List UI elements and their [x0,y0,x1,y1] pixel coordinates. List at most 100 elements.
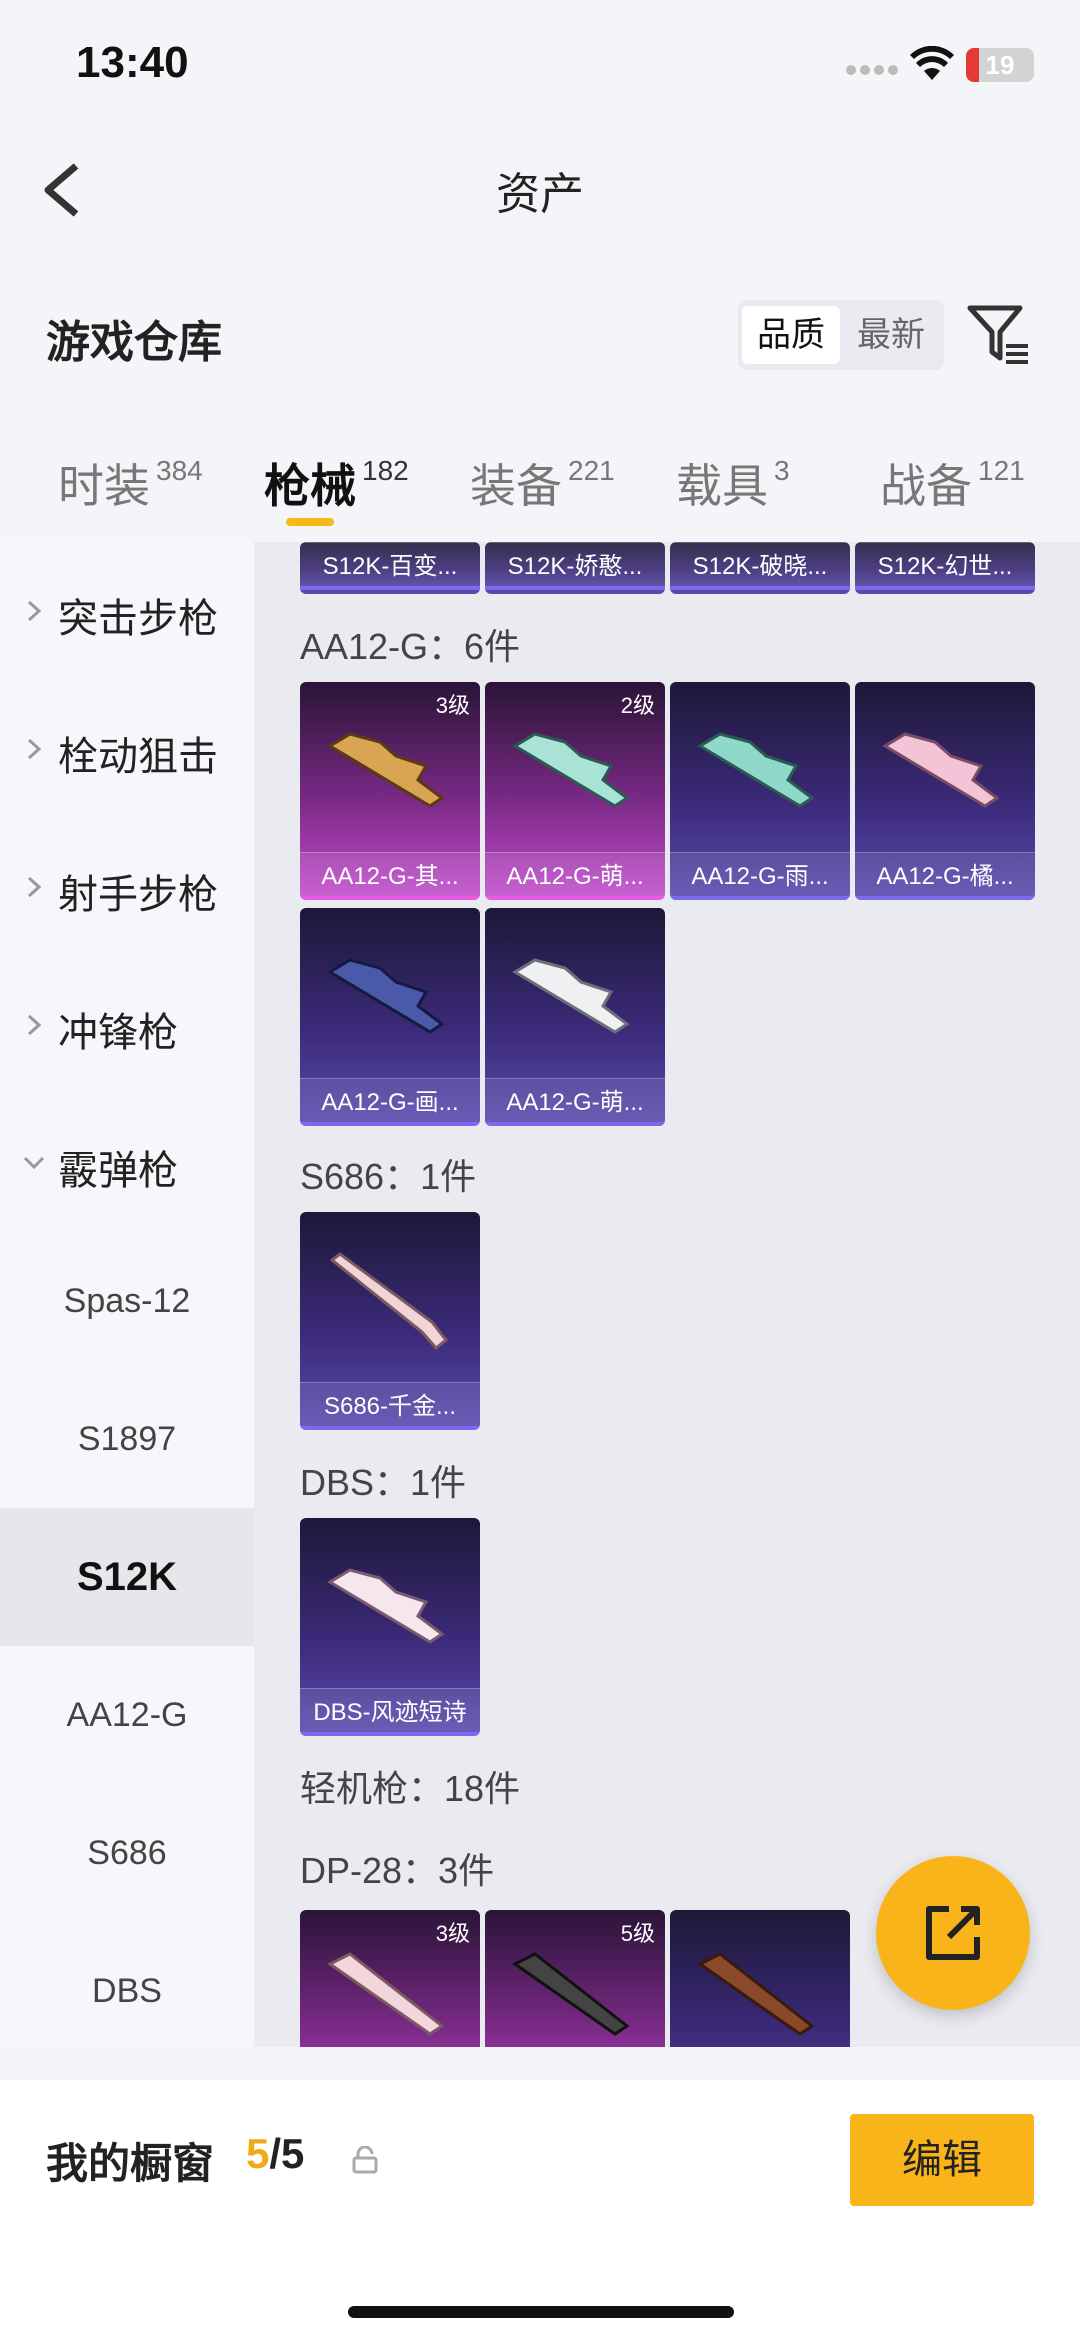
signal-icon [846,62,902,75]
gun-icon [882,732,1000,808]
tab-equipment[interactable]: 装备 221 [470,450,615,516]
tab-count: 3 [774,455,790,486]
weapon-card[interactable]: AA12-G-橘... [855,682,1035,900]
sidebar-item-label: 射手步枪 [58,873,218,917]
sidebar-subitem-s686[interactable]: S686 [0,1784,254,1922]
gun-icon [512,1952,630,2036]
warehouse-title: 游戏仓库 [46,318,222,367]
tab-count: 121 [978,455,1025,486]
sort-option-quality[interactable]: 品质 [742,306,840,364]
battery-icon: 19 [966,48,1034,82]
tab-fashion[interactable]: 时装 384 [58,450,203,516]
sidebar-subitem-dbs[interactable]: DBS [0,1922,254,2060]
weapon-grid: S12K-百变... S12K-娇憨... S12K-破晓... S12K-幻世… [254,542,1080,2047]
tab-supplies[interactable]: 战备 121 [880,450,1025,516]
sort-option-newest[interactable]: 最新 [842,306,940,364]
sidebar-item-label: 突击步枪 [58,597,218,641]
group-title: S686：1件 [300,1156,477,1197]
weapon-name: S12K-娇憨... [485,542,665,590]
weapon-card[interactable]: AA12-G-雨... [670,682,850,900]
tab-count: 221 [568,455,615,486]
weapon-card[interactable]: S12K-娇憨... [485,542,665,594]
nav-bar: 资产 [0,130,1080,250]
gun-icon [327,958,445,1034]
sidebar-item-assault-rifle[interactable]: 突击步枪 [0,542,254,680]
sidebar-subitem-s1897[interactable]: S1897 [0,1370,254,1508]
edit-button[interactable]: 编辑 [850,2114,1034,2206]
weapon-card[interactable] [670,1910,850,2047]
gun-icon [327,1568,445,1644]
weapon-name: S12K-百变... [300,542,480,590]
weapon-name: S686-千金... [300,1382,480,1430]
weapon-card[interactable]: S12K-破晓... [670,542,850,594]
showcase-label: 我的橱窗 [46,2140,215,2187]
weapon-name: AA12-G-橘... [855,852,1035,900]
weapon-name: AA12-G-萌... [485,1078,665,1126]
weapon-name: AA12-G-画... [300,1078,480,1126]
weapon-category-sidebar: 突击步枪 栓动狙击 射手步枪 冲锋枪 霰弹枪 Spas-12 S1897 S12… [0,542,254,2042]
gun-icon [512,958,630,1034]
weapon-card[interactable]: 2级 AA12-G-萌... [485,682,665,900]
gun-icon [327,732,445,808]
gun-icon [697,1952,815,2036]
weapon-card[interactable]: 5级 [485,1910,665,2047]
sort-toggle: 品质 最新 [738,300,944,370]
asset-page: 13:40 19 资产 游戏仓库 品质 最新 时装 384 枪械 182 装备 … [0,0,1080,2339]
chevron-right-icon [27,600,42,622]
filter-icon[interactable] [966,302,1032,368]
gun-icon [327,1952,445,2036]
sidebar-item-smg[interactable]: 冲锋枪 [0,956,254,1094]
weapon-card[interactable]: 3级 AA12-G-其... [300,682,480,900]
group-title: AA12-G：6件 [300,626,521,667]
weapon-card[interactable]: S686-千金... [300,1212,480,1430]
battery-level: 19 [985,50,1015,80]
weapon-name: AA12-G-其... [300,852,480,900]
sidebar-item-shotgun[interactable]: 霰弹枪 [0,1094,254,1232]
home-indicator [348,2306,734,2318]
chevron-right-icon [27,876,42,898]
weapon-card[interactable]: S12K-百变... [300,542,480,594]
weapon-card[interactable]: AA12-G-萌... [485,908,665,1126]
sidebar-item-label: 冲锋枪 [58,1011,178,1055]
sidebar-subitem-s12k[interactable]: S12K [0,1508,254,1646]
gun-icon [329,1252,449,1351]
weapon-card[interactable]: DBS-风迹短诗 [300,1518,480,1736]
group-title: DBS：1件 [300,1462,467,1503]
share-button[interactable] [876,1856,1030,2010]
chevron-right-icon [27,738,42,760]
status-time: 13:40 [76,38,189,87]
tab-count: 182 [362,455,409,486]
gun-icon [512,732,630,808]
weapon-card[interactable]: AA12-G-画... [300,908,480,1126]
sidebar-subitem-spas12[interactable]: Spas-12 [0,1232,254,1370]
weapon-name: AA12-G-萌... [485,852,665,900]
tab-label: 战备 [880,460,972,512]
wifi-icon [910,46,954,80]
sidebar-subitem-aa12g[interactable]: AA12-G [0,1646,254,1784]
tab-label: 时装 [58,460,150,512]
gun-icon [697,732,815,808]
sidebar-item-bolt-sniper[interactable]: 栓动狙击 [0,680,254,818]
sidebar-item-marksman-rifle[interactable]: 射手步枪 [0,818,254,956]
tab-label: 载具 [676,460,768,512]
tab-label: 枪械 [264,460,356,512]
sidebar-item-label: 霰弹枪 [58,1149,178,1193]
tab-vehicles[interactable]: 载具 3 [676,450,790,516]
weapon-name: S12K-幻世... [855,542,1035,590]
tab-guns[interactable]: 枪械 182 [264,450,409,516]
share-icon [926,1906,980,1960]
chevron-right-icon [27,1014,42,1036]
showcase-bar: 我的橱窗 5/5 编辑 [0,2080,1080,2339]
weapon-card[interactable]: 3级 [300,1910,480,2047]
page-title: 资产 [496,170,584,219]
weapon-card[interactable]: S12K-幻世... [855,542,1035,594]
category-tabs: 时装 384 枪械 182 装备 221 载具 3 战备 121 [0,420,1080,540]
weapon-name: S12K-破晓... [670,542,850,590]
chevron-down-icon [23,1156,45,1170]
tab-count: 384 [156,455,203,486]
showcase-count: 5/5 [246,2130,304,2178]
lock-icon [352,2146,378,2174]
tab-label: 装备 [470,460,562,512]
warehouse-header: 游戏仓库 品质 最新 [0,280,1080,390]
showcase-total: /5 [269,2130,305,2177]
